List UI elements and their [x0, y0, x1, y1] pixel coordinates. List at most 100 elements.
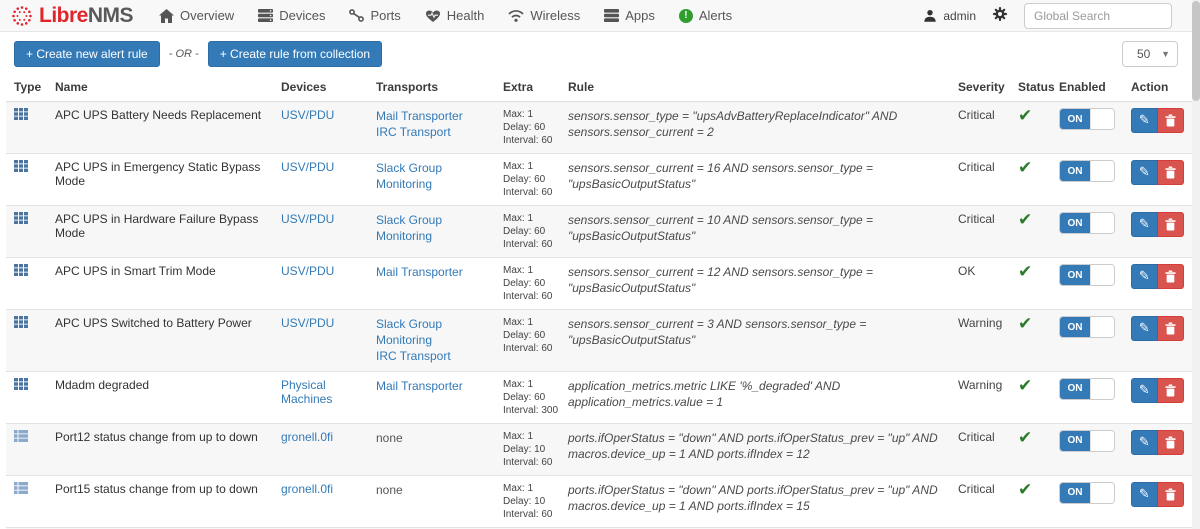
nav-devices[interactable]: Devices: [258, 8, 325, 23]
extra-cell: Max: 1 Delay: 60 Interval: 60: [495, 257, 560, 310]
delete-rule-button[interactable]: [1157, 377, 1184, 403]
table-row: APC UPS Battery Needs Replacement USV/PD…: [6, 101, 1192, 154]
settings-menu[interactable]: [992, 6, 1008, 25]
enabled-toggle[interactable]: ON: [1059, 108, 1115, 130]
table-row: Mdadm degraded Physical Machines Mail Tr…: [6, 370, 1192, 424]
trash-icon: [1165, 218, 1176, 231]
status-check-icon: ✔: [1018, 314, 1033, 334]
table-row: Port12 status change from up to down gro…: [6, 422, 1192, 476]
devices-link[interactable]: USV/PDU: [281, 212, 334, 226]
edit-rule-button[interactable]: ✎: [1131, 377, 1158, 403]
librenms-logo[interactable]: LibreNMS: [10, 3, 134, 28]
edit-rule-button[interactable]: ✎: [1131, 108, 1158, 133]
nav-apps[interactable]: Apps: [604, 8, 655, 23]
rule-name: APC UPS Battery Needs Replacement: [47, 101, 273, 154]
nav-label: Ports: [370, 8, 401, 23]
delete-rule-button[interactable]: [1157, 108, 1184, 133]
column-header-type: Type: [6, 74, 47, 102]
create-new-alert-rule-button[interactable]: + Create new alert rule: [14, 41, 160, 67]
extra-cell: Max: 1 Delay: 60 Interval: 300: [495, 370, 560, 424]
devices-link[interactable]: gronell.0fi: [281, 430, 333, 444]
user-menu[interactable]: admin: [923, 9, 976, 23]
rule-expression: ports.ifOperStatus = "down" AND ports.if…: [560, 422, 950, 476]
trash-icon: [1165, 166, 1176, 179]
trash-icon: [1165, 436, 1176, 449]
table-row: APC UPS Switched to Battery Power USV/PD…: [6, 309, 1192, 372]
enabled-toggle[interactable]: ON: [1059, 429, 1115, 452]
rule-expression: application_metrics.metric LIKE '%_degra…: [560, 370, 950, 424]
extra-max: Max: 1: [503, 109, 534, 120]
transport-link[interactable]: Mail Transporter: [376, 378, 487, 394]
status-check-icon: ✔: [1018, 479, 1033, 500]
nav-health[interactable]: Health: [425, 8, 484, 23]
delete-rule-button[interactable]: [1157, 481, 1184, 507]
severity-label: Critical: [950, 474, 1010, 528]
status-check-icon: ✔: [1018, 158, 1033, 178]
transport-link[interactable]: Slack Group Monitoring: [376, 212, 487, 244]
nav-alerts[interactable]: ! Alerts: [678, 8, 732, 23]
user-icon: [924, 9, 936, 22]
extra-delay: Delay: 60: [503, 122, 546, 133]
enabled-toggle[interactable]: ON: [1059, 212, 1115, 234]
column-header-devices: Devices: [273, 74, 368, 102]
delete-rule-button[interactable]: [1157, 160, 1184, 185]
transports-cell: none: [368, 422, 495, 476]
extra-cell: Max: 1 Delay: 10 Interval: 60: [495, 422, 560, 476]
create-rule-from-collection-button[interactable]: + Create rule from collection: [207, 41, 383, 67]
edit-rule-button[interactable]: ✎: [1131, 429, 1158, 455]
edit-rule-button[interactable]: ✎: [1131, 316, 1158, 341]
logo-text: LibreNMS: [39, 3, 134, 27]
pencil-icon: ✎: [1138, 321, 1150, 336]
devices-link[interactable]: USV/PDU: [281, 108, 334, 122]
page-size-select[interactable]: 50 ▼: [1122, 41, 1178, 67]
status-check-icon: ✔: [1018, 262, 1033, 282]
nav-ports[interactable]: Ports: [349, 8, 401, 23]
type-icon: [14, 316, 28, 331]
delete-rule-button[interactable]: [1157, 264, 1184, 289]
table-header-row: Type Name Devices Transports Extra Rule …: [6, 74, 1192, 102]
enabled-toggle[interactable]: ON: [1059, 316, 1115, 338]
extra-delay: Delay: 10: [503, 443, 546, 455]
row-actions: ✎: [1131, 160, 1184, 185]
scrollbar-thumb[interactable]: [1192, 1, 1200, 101]
toggle-on-label: ON: [1060, 482, 1090, 503]
top-navbar: LibreNMS Overview Devices Ports Health W…: [0, 0, 1200, 32]
enabled-toggle[interactable]: ON: [1059, 481, 1115, 504]
edit-rule-button[interactable]: ✎: [1131, 160, 1158, 185]
transport-link[interactable]: IRC Transport: [376, 348, 487, 364]
transport-link[interactable]: Slack Group Monitoring: [376, 160, 487, 192]
transport-link[interactable]: Mail Transporter: [376, 108, 487, 124]
gear-icon: [993, 7, 1007, 21]
transport-link[interactable]: IRC Transport: [376, 124, 487, 140]
extra-delay: Delay: 60: [503, 391, 546, 403]
pencil-icon: ✎: [1138, 382, 1150, 398]
enabled-toggle[interactable]: ON: [1059, 264, 1115, 286]
nav-wireless[interactable]: Wireless: [508, 8, 580, 23]
devices-link[interactable]: USV/PDU: [281, 316, 334, 330]
wifi-icon: [508, 10, 525, 22]
edit-rule-button[interactable]: ✎: [1131, 481, 1158, 507]
devices-link[interactable]: USV/PDU: [281, 264, 334, 278]
rule-name: Mdadm degraded: [47, 370, 273, 424]
enabled-toggle[interactable]: ON: [1059, 377, 1115, 400]
delete-rule-button[interactable]: [1157, 212, 1184, 237]
enabled-toggle[interactable]: ON: [1059, 160, 1115, 182]
trash-icon: [1165, 384, 1176, 397]
devices-link[interactable]: Physical Machines: [281, 378, 332, 406]
transport-link[interactable]: Slack Group Monitoring: [376, 316, 487, 348]
delete-rule-button[interactable]: [1157, 429, 1184, 455]
alerts-status-icon: !: [678, 8, 693, 23]
edit-rule-button[interactable]: ✎: [1131, 264, 1158, 289]
transport-link[interactable]: Mail Transporter: [376, 264, 487, 280]
extra-interval: Interval: 60: [503, 291, 553, 302]
devices-link[interactable]: USV/PDU: [281, 160, 334, 174]
delete-rule-button[interactable]: [1157, 316, 1184, 341]
home-icon: [159, 8, 175, 23]
nav-overview[interactable]: Overview: [159, 8, 234, 23]
devices-link[interactable]: gronell.0fi: [281, 482, 333, 496]
toggle-handle: [1090, 213, 1114, 233]
extra-max: Max: 1: [503, 161, 534, 172]
edit-rule-button[interactable]: ✎: [1131, 212, 1158, 237]
pencil-icon: ✎: [1138, 486, 1150, 502]
global-search-input[interactable]: [1024, 2, 1172, 29]
